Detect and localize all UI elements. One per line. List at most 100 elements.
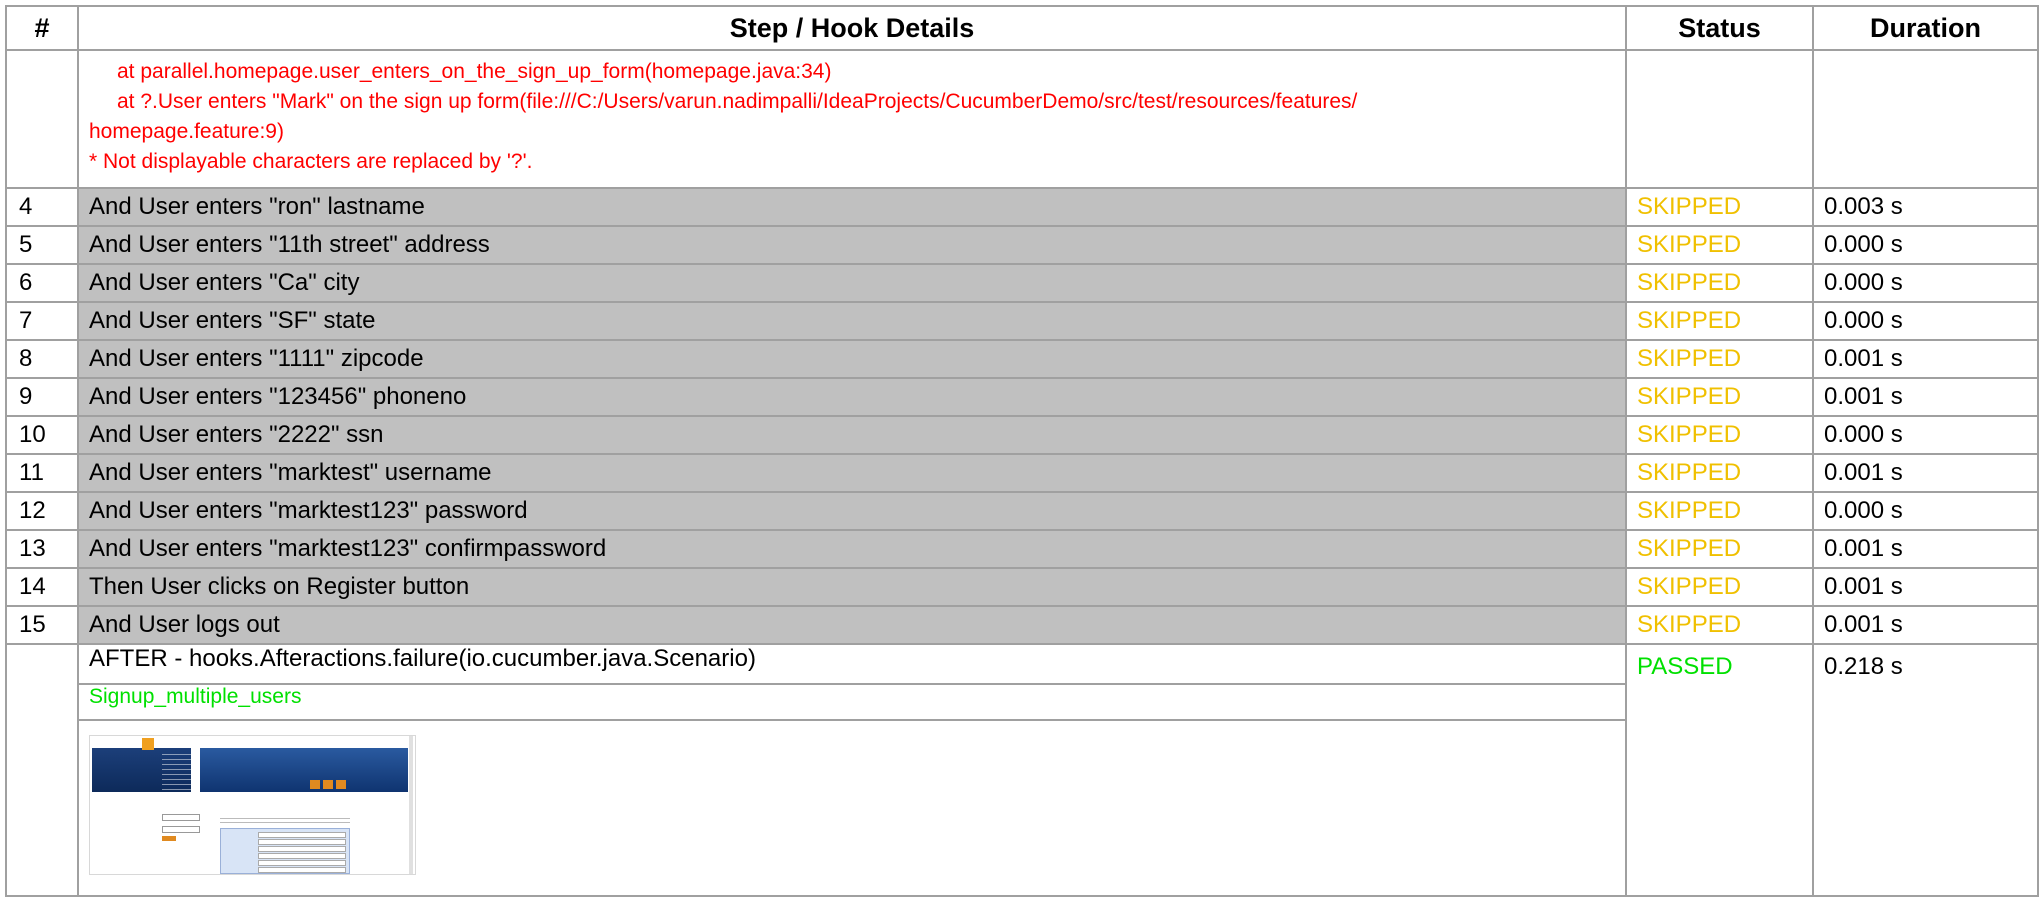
status-badge: SKIPPED (1625, 453, 1814, 493)
step-duration: 0.001 s (1812, 453, 2039, 493)
after-inner-table: AFTER - hooks.Afteractions.failure(io.cu… (79, 645, 1625, 895)
thumb-form-row (258, 846, 346, 852)
step-duration: 0.003 s (1812, 187, 2039, 227)
step-duration: 0.001 s (1812, 605, 2039, 645)
table-row: 5 And User enters "11th street" address … (5, 225, 2039, 265)
step-num: 11 (5, 453, 79, 493)
error-num-cell (5, 49, 79, 189)
after-details: AFTER - hooks.Afteractions.failure(io.cu… (77, 643, 1627, 897)
status-badge: SKIPPED (1625, 415, 1814, 455)
error-note: * Not displayable characters are replace… (89, 150, 533, 173)
header-num: # (5, 5, 79, 51)
step-text: And User enters "2222" ssn (77, 415, 1627, 455)
step-text: And User logs out (77, 605, 1627, 645)
step-text: And User enters "SF" state (77, 301, 1627, 341)
step-num: 14 (5, 567, 79, 607)
table-row: 10 And User enters "2222" ssn SKIPPED 0.… (5, 415, 2039, 455)
thumb-scrollbar (409, 736, 413, 874)
step-text: And User enters "marktest123" confirmpas… (77, 529, 1627, 569)
step-num: 4 (5, 187, 79, 227)
step-num: 9 (5, 377, 79, 417)
table-row: 11 And User enters "marktest" username S… (5, 453, 2039, 493)
step-duration: 0.000 s (1812, 263, 2039, 303)
status-badge: SKIPPED (1625, 187, 1814, 227)
scenario-tag: Signup_multiple_users (79, 684, 1625, 721)
step-text: And User enters "ron" lastname (77, 187, 1627, 227)
step-duration: 0.000 s (1812, 491, 2039, 531)
status-badge: SKIPPED (1625, 377, 1814, 417)
header-status: Status (1625, 5, 1814, 51)
step-num: 13 (5, 529, 79, 569)
step-text: And User enters "marktest" username (77, 453, 1627, 493)
table-row: 7 And User enters "SF" state SKIPPED 0.0… (5, 301, 2039, 341)
step-num: 10 (5, 415, 79, 455)
step-duration: 0.000 s (1812, 415, 2039, 455)
thumb-password-field (162, 826, 200, 833)
status-badge: SKIPPED (1625, 263, 1814, 303)
screenshot-cell (79, 720, 1625, 895)
table-row: 13 And User enters "marktest123" confirm… (5, 529, 2039, 569)
status-badge: PASSED (1625, 643, 1814, 897)
thumb-login-button (162, 836, 176, 841)
step-text: And User enters "Ca" city (77, 263, 1627, 303)
thumb-form-row (258, 853, 346, 859)
status-badge: SKIPPED (1625, 225, 1814, 265)
step-num: 12 (5, 491, 79, 531)
thumb-signup-text (220, 818, 350, 826)
table-row: 8 And User enters "1111" zipcode SKIPPED… (5, 339, 2039, 379)
error-line: at parallel.homepage.user_enters_on_the_… (117, 60, 832, 83)
thumb-form-row (258, 839, 346, 845)
after-hook-text: AFTER - hooks.Afteractions.failure(io.cu… (79, 645, 1625, 685)
error-line: at ?.User enters "Mark" on the sign up f… (117, 90, 1358, 113)
step-duration: 0.000 s (1812, 301, 2039, 341)
step-text: Then User clicks on Register button (77, 567, 1627, 607)
status-badge: SKIPPED (1625, 301, 1814, 341)
status-badge: SKIPPED (1625, 605, 1814, 645)
step-duration: 0.001 s (1812, 567, 2039, 607)
table-row: 12 And User enters "marktest123" passwor… (5, 491, 2039, 531)
step-text: And User enters "11th street" address (77, 225, 1627, 265)
after-duration: 0.218 s (1812, 643, 2039, 897)
step-text: And User enters "123456" phoneno (77, 377, 1627, 417)
thumb-form-row (258, 832, 346, 838)
table-row: 14 Then User clicks on Register button S… (5, 567, 2039, 607)
thumb-banner-right (200, 748, 408, 792)
error-details: at parallel.homepage.user_enters_on_the_… (77, 49, 1627, 189)
step-duration: 0.001 s (1812, 339, 2039, 379)
step-text: And User enters "1111" zipcode (77, 339, 1627, 379)
error-line: homepage.feature:9) (89, 120, 284, 143)
status-badge: SKIPPED (1625, 529, 1814, 569)
table-row: 6 And User enters "Ca" city SKIPPED 0.00… (5, 263, 2039, 303)
status-badge: SKIPPED (1625, 491, 1814, 531)
step-num: 7 (5, 301, 79, 341)
thumb-form-row (258, 860, 346, 866)
step-duration: 0.001 s (1812, 377, 2039, 417)
step-duration: 0.001 s (1812, 529, 2039, 569)
step-num: 15 (5, 605, 79, 645)
after-num-cell (5, 643, 79, 897)
thumb-tabs (310, 780, 346, 789)
header-details: Step / Hook Details (77, 5, 1627, 51)
step-num: 8 (5, 339, 79, 379)
status-badge: SKIPPED (1625, 567, 1814, 607)
error-row: at parallel.homepage.user_enters_on_the_… (5, 49, 2039, 189)
thumb-form-row (258, 867, 346, 873)
error-status-cell (1625, 49, 1814, 189)
error-duration-cell (1812, 49, 2039, 189)
screenshot-thumbnail[interactable] (89, 735, 416, 875)
table-row: 15 And User logs out SKIPPED 0.001 s (5, 605, 2039, 645)
step-num: 6 (5, 263, 79, 303)
report-table: # Step / Hook Details Status Duration at… (5, 5, 2039, 897)
step-duration: 0.000 s (1812, 225, 2039, 265)
thumb-nav (162, 754, 192, 794)
table-row: 4 And User enters "ron" lastname SKIPPED… (5, 187, 2039, 227)
table-row: 9 And User enters "123456" phoneno SKIPP… (5, 377, 2039, 417)
thumb-logo-icon (142, 738, 154, 750)
step-text: And User enters "marktest123" password (77, 491, 1627, 531)
after-hook-row: AFTER - hooks.Afteractions.failure(io.cu… (5, 643, 2039, 897)
status-badge: SKIPPED (1625, 339, 1814, 379)
header-duration: Duration (1812, 5, 2039, 51)
thumb-username-field (162, 814, 200, 821)
header-row: # Step / Hook Details Status Duration (5, 5, 2039, 51)
step-num: 5 (5, 225, 79, 265)
